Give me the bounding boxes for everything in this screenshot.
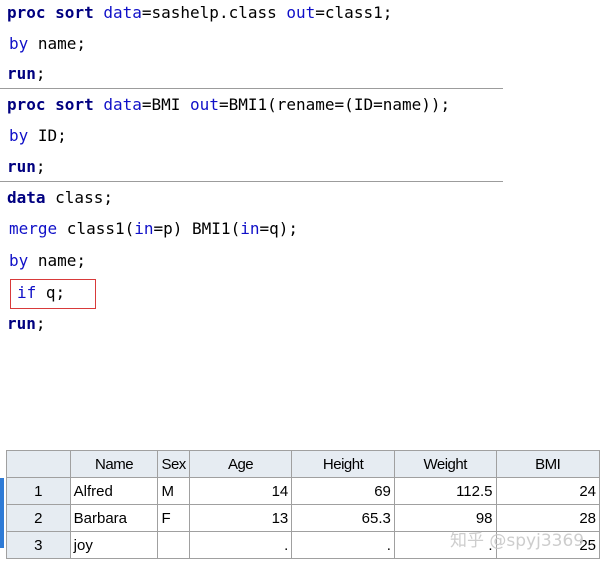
code-text: =q); [259, 219, 298, 238]
cell-weight[interactable]: 112.5 [393, 477, 497, 505]
code-line-6[interactable]: run; [7, 156, 46, 178]
table-row[interactable]: 3 joy . . . 25 [6, 531, 600, 559]
cell-height[interactable]: 69 [291, 477, 395, 505]
code-line-9[interactable]: by name; [9, 250, 86, 272]
option-merge: merge [9, 219, 58, 238]
code-text: class; [45, 188, 113, 207]
column-header-name[interactable]: Name [69, 450, 159, 478]
option-by: by [9, 251, 29, 270]
row-number[interactable]: 1 [6, 477, 71, 505]
highlight-box [10, 279, 96, 309]
column-header-height[interactable]: Height [291, 450, 395, 478]
keyword-proc: proc [7, 95, 46, 114]
code-line-3[interactable]: run; [7, 63, 46, 85]
cell-name[interactable]: Alfred [69, 477, 159, 505]
cell-bmi[interactable]: 28 [495, 504, 600, 532]
cell-age[interactable]: . [188, 531, 293, 559]
code-line-7[interactable]: data class; [7, 187, 113, 209]
code-line-4[interactable]: proc sort data=BMI out=BMI1(rename=(ID=n… [7, 94, 450, 116]
step-separator [0, 181, 503, 182]
code-text: ; [35, 64, 46, 83]
code-line-8[interactable]: merge class1(in=p) BMI1(in=q); [9, 218, 298, 240]
option-out: out [190, 95, 219, 114]
cell-height[interactable]: 65.3 [291, 504, 395, 532]
code-text: ; [35, 314, 46, 333]
option-in: in [240, 219, 260, 238]
code-text: name; [28, 251, 87, 270]
code-line-2[interactable]: by name; [9, 33, 86, 55]
row-number[interactable]: 3 [6, 531, 71, 559]
code-text: class1( [57, 219, 135, 238]
code-text: =p) BMI1( [153, 219, 241, 238]
option-by: by [9, 34, 29, 53]
cell-sex[interactable]: M [157, 477, 190, 505]
cell-name[interactable]: joy [69, 531, 159, 559]
column-header-age[interactable]: Age [188, 450, 293, 478]
corner-cell[interactable] [6, 450, 71, 478]
option-data: data [103, 95, 142, 114]
keyword-sort: sort [55, 3, 94, 22]
option-in: in [134, 219, 154, 238]
cell-age[interactable]: 14 [188, 477, 293, 505]
code-line-5[interactable]: by ID; [9, 125, 67, 147]
code-text: =sashelp.class [141, 3, 287, 22]
cell-age[interactable]: 13 [188, 504, 293, 532]
data-grid[interactable]: Name Sex Age Height Weight BMI 1 Alfred … [6, 450, 600, 559]
code-text: ; [35, 157, 46, 176]
keyword-run: run [7, 64, 36, 83]
column-header-weight[interactable]: Weight [393, 450, 497, 478]
keyword-proc: proc [7, 3, 46, 22]
column-header-bmi[interactable]: BMI [495, 450, 600, 478]
cell-sex[interactable] [157, 531, 190, 559]
keyword-data: data [7, 188, 46, 207]
code-text: =BMI1(rename=(ID=name)); [218, 95, 451, 114]
table-row[interactable]: 1 Alfred M 14 69 112.5 24 [6, 477, 600, 505]
cell-name[interactable]: Barbara [69, 504, 159, 532]
code-line-11[interactable]: run; [7, 313, 46, 335]
option-data: data [103, 3, 142, 22]
selection-bar [0, 478, 4, 548]
cell-sex[interactable]: F [157, 504, 190, 532]
cell-weight[interactable]: 98 [393, 504, 497, 532]
option-out: out [286, 3, 316, 22]
option-by: by [9, 126, 29, 145]
keyword-run: run [7, 314, 36, 333]
row-number[interactable]: 2 [6, 504, 71, 532]
step-separator [0, 88, 503, 89]
code-text: =class1; [315, 3, 393, 22]
cell-bmi[interactable]: 24 [495, 477, 600, 505]
table-row[interactable]: 2 Barbara F 13 65.3 98 28 [6, 504, 600, 532]
cell-weight[interactable]: . [393, 531, 497, 559]
cell-bmi[interactable]: 25 [495, 531, 600, 559]
keyword-run: run [7, 157, 36, 176]
keyword-sort: sort [55, 95, 94, 114]
code-text: name; [28, 34, 87, 53]
code-line-1[interactable]: proc sort data=sashelp.class out=class1; [7, 2, 392, 24]
code-text: =BMI [141, 95, 191, 114]
column-header-sex[interactable]: Sex [157, 450, 190, 478]
code-text: ID; [28, 126, 67, 145]
cell-height[interactable]: . [291, 531, 395, 559]
grid-header-row: Name Sex Age Height Weight BMI [6, 450, 600, 478]
